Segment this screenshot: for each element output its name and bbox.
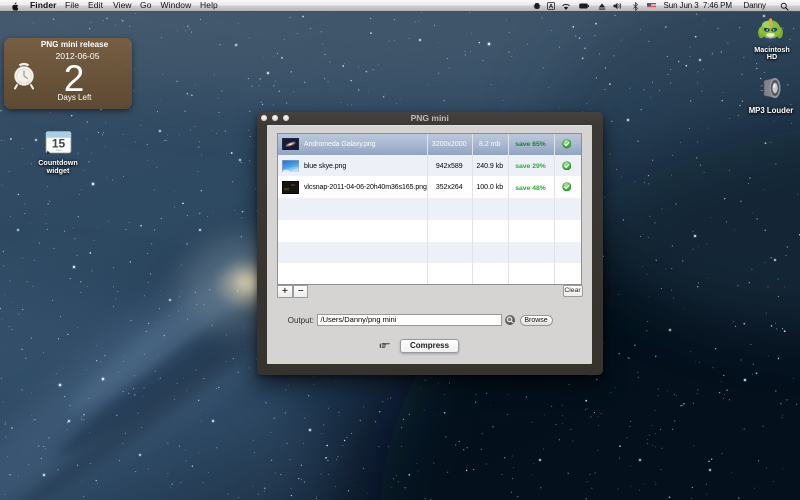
svg-text:June: June <box>55 148 62 152</box>
